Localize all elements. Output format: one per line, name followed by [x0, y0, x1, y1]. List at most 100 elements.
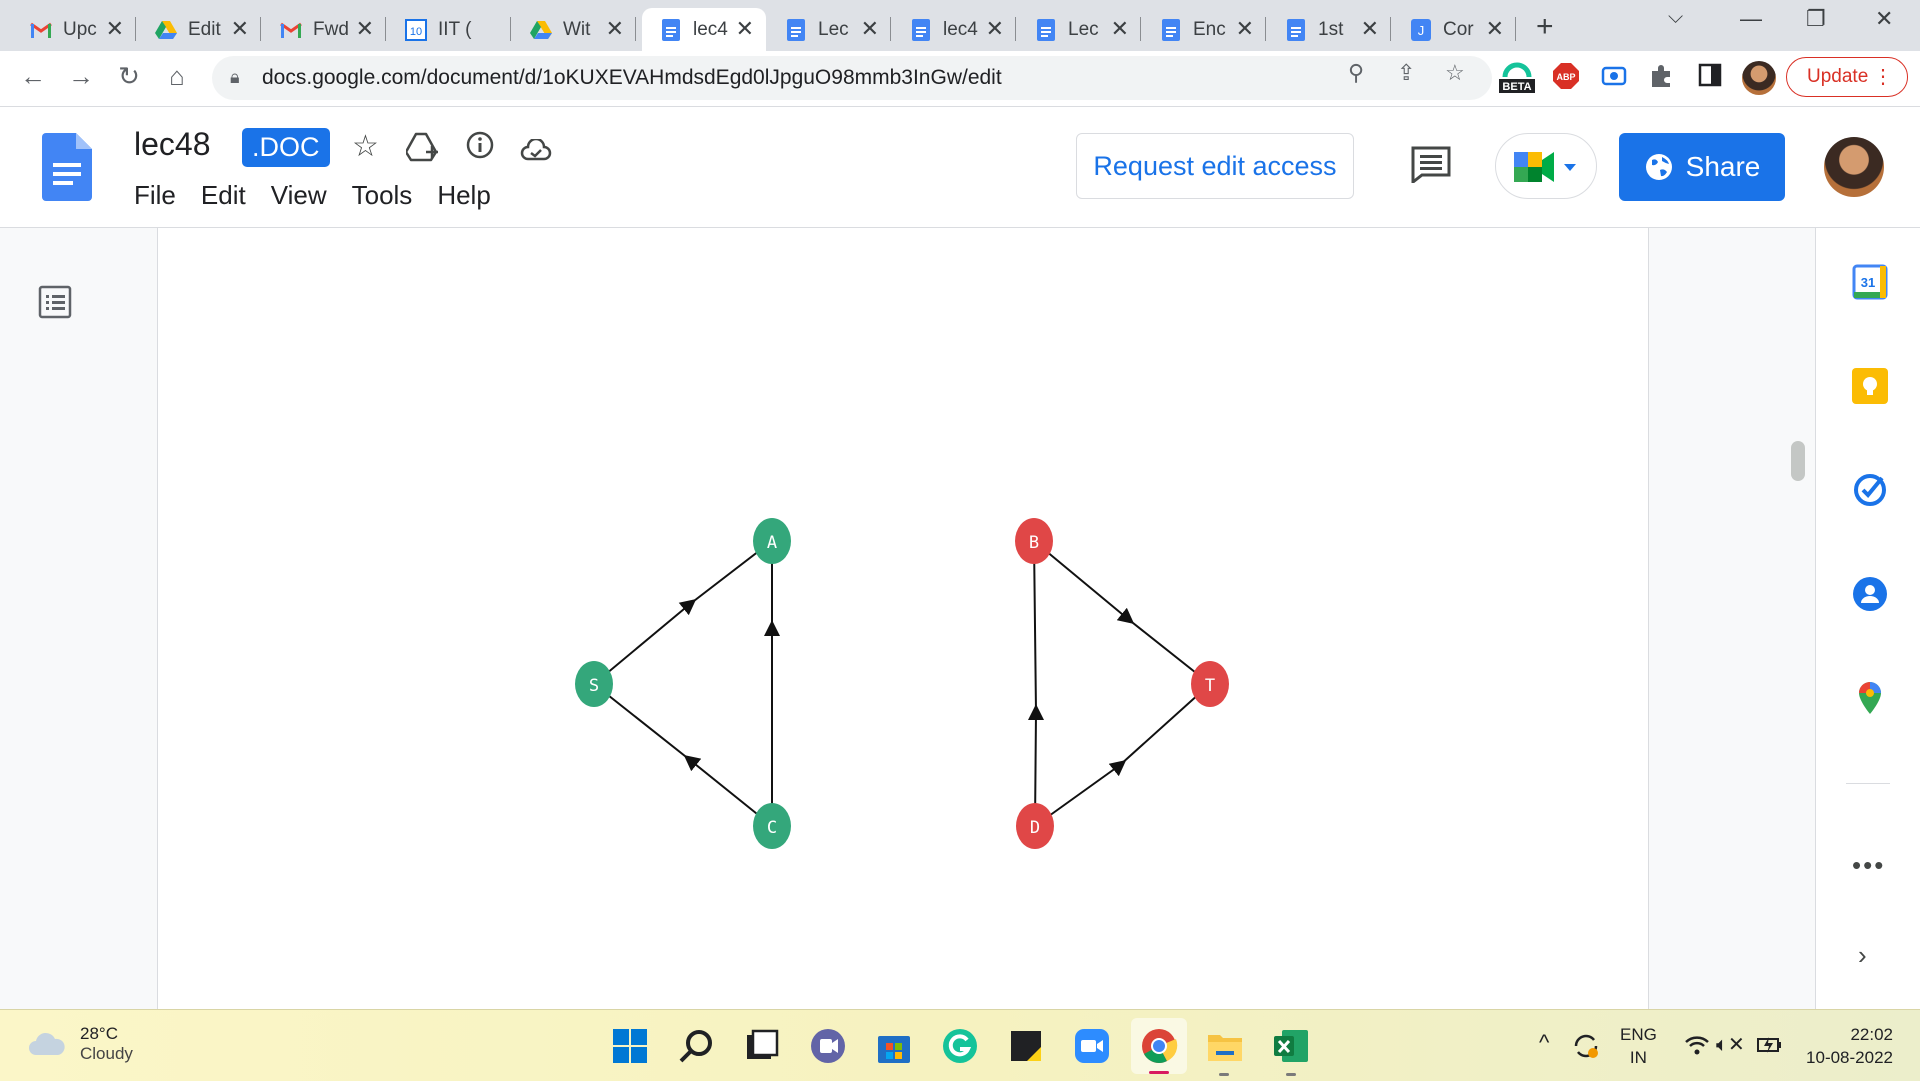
close-icon[interactable]: ✕	[1486, 17, 1504, 41]
task-view-icon[interactable]	[743, 1027, 781, 1065]
side-panel-icon[interactable]	[1698, 63, 1722, 92]
grammarly-icon[interactable]	[941, 1027, 979, 1065]
browser-tab[interactable]: Wit ✕	[512, 8, 636, 51]
reload-icon[interactable]: ↻	[112, 61, 146, 92]
close-icon[interactable]: ✕	[1236, 17, 1254, 41]
grammarly-beta-extension-icon[interactable]: BETA	[1497, 59, 1537, 100]
maps-icon[interactable]	[1852, 680, 1888, 716]
document-outline-icon[interactable]	[38, 285, 72, 319]
microsoft-store-icon[interactable]	[875, 1027, 913, 1065]
back-icon[interactable]: ←	[16, 61, 50, 92]
tab-title: Edit	[188, 18, 221, 40]
chrome-icon[interactable]	[1140, 1027, 1178, 1065]
browser-tab[interactable]: Upc ✕	[12, 8, 136, 51]
close-icon[interactable]: ✕	[356, 17, 374, 41]
browser-tab[interactable]: Edit ✕	[137, 8, 261, 51]
info-icon[interactable]	[466, 131, 494, 167]
window-close-icon[interactable]: ✕	[1875, 6, 1893, 32]
adblock-plus-icon[interactable]: ABP	[1553, 63, 1579, 94]
kebab-menu-icon[interactable]: ⋮	[1873, 64, 1893, 89]
close-icon[interactable]: ✕	[231, 17, 249, 41]
screen-recorder-extension-icon[interactable]	[1601, 63, 1627, 94]
close-icon[interactable]: ✕	[986, 17, 1004, 41]
language-region: IN	[1629, 1048, 1647, 1067]
update-button[interactable]: Update ⋮	[1786, 57, 1908, 97]
calendar-icon[interactable]: 31	[1852, 264, 1888, 300]
browser-tab-active[interactable]: lec4 ✕	[642, 8, 766, 51]
show-hidden-icons-chevron-icon[interactable]: ^	[1539, 1030, 1549, 1056]
browser-tab[interactable]: 10 IIT (	[387, 8, 511, 51]
search-icon[interactable]	[678, 1027, 716, 1065]
menu-tools[interactable]: Tools	[352, 180, 413, 211]
request-edit-access-button[interactable]: Request edit access	[1076, 133, 1354, 199]
tab-title: Lec	[818, 18, 849, 40]
google-docs-logo-icon[interactable]	[42, 133, 92, 201]
file-explorer-icon[interactable]	[1206, 1027, 1244, 1065]
menu-view[interactable]: View	[271, 180, 327, 211]
share-button[interactable]: Share	[1619, 133, 1785, 201]
more-icon[interactable]: •••	[1852, 850, 1885, 881]
clock[interactable]: 22:02 10-08-2022	[1797, 1023, 1893, 1069]
url-text[interactable]: docs.google.com/document/d/1oKUXEVAHmdsd…	[262, 66, 1002, 90]
account-avatar[interactable]	[1824, 137, 1884, 197]
extensions-puzzle-icon[interactable]	[1648, 63, 1674, 94]
browser-tab[interactable]: Fwd ✕	[262, 8, 386, 51]
tasks-icon[interactable]	[1852, 472, 1888, 508]
meet-button[interactable]	[1495, 133, 1597, 199]
sticky-notes-icon[interactable]	[1007, 1027, 1045, 1065]
close-icon[interactable]: ✕	[736, 17, 754, 41]
volume-muted-icon[interactable]: 🔈︎✕	[1716, 1032, 1745, 1057]
share-page-icon[interactable]: ⇪	[1397, 60, 1415, 86]
wifi-icon[interactable]	[1684, 1034, 1710, 1056]
zoom-icon[interactable]: ⚲	[1348, 60, 1364, 86]
address-bar[interactable]: 🔒︎ docs.google.com/document/d/1oKUXEVAHm…	[212, 56, 1492, 100]
profile-avatar[interactable]	[1742, 61, 1776, 95]
weather-widget[interactable]: 28°C Cloudy	[28, 1024, 133, 1064]
windows-start-icon[interactable]	[611, 1027, 649, 1065]
close-icon[interactable]: ✕	[1111, 17, 1129, 41]
document-page[interactable]: A S C B T D	[157, 228, 1649, 1009]
comment-history-icon[interactable]	[1410, 145, 1452, 183]
forward-icon[interactable]: →	[64, 61, 98, 92]
zoom-app-icon[interactable]	[1073, 1027, 1111, 1065]
battery-charging-icon[interactable]	[1756, 1034, 1784, 1056]
browser-tab[interactable]: Lec ✕	[1017, 8, 1141, 51]
menu-help[interactable]: Help	[437, 180, 490, 211]
close-icon[interactable]: ✕	[861, 17, 879, 41]
close-icon[interactable]: ✕	[606, 17, 624, 41]
restore-icon[interactable]: ❐	[1806, 6, 1826, 32]
clock-time: 22:02	[1850, 1025, 1893, 1044]
contacts-icon[interactable]	[1852, 576, 1888, 612]
close-icon[interactable]: ✕	[106, 17, 124, 41]
teams-chat-icon[interactable]	[809, 1027, 847, 1065]
add-to-drive-icon[interactable]	[404, 132, 440, 170]
browser-tab[interactable]: J Cor ✕	[1392, 8, 1516, 51]
menu-edit[interactable]: Edit	[201, 180, 246, 211]
browser-tab[interactable]: Lec ✕	[767, 8, 891, 51]
star-icon[interactable]: ☆	[352, 129, 379, 164]
lock-icon[interactable]: 🔒︎	[230, 67, 240, 88]
document-title[interactable]: lec48	[134, 126, 211, 163]
menu-bar: File Edit View Tools Help	[134, 180, 516, 211]
sync-icon[interactable]	[1572, 1032, 1600, 1060]
new-tab-icon[interactable]: +	[1536, 10, 1554, 44]
close-icon[interactable]: ✕	[1361, 17, 1379, 41]
minimize-icon[interactable]: —	[1740, 6, 1762, 32]
tab-search-icon[interactable]: ⌵	[1668, 6, 1683, 29]
browser-tab[interactable]: lec4 ✕	[892, 8, 1016, 51]
browser-tab[interactable]: Enc ✕	[1142, 8, 1266, 51]
keep-icon[interactable]	[1852, 368, 1888, 404]
browser-tab[interactable]: 1st ✕	[1267, 8, 1391, 51]
expand-icon[interactable]: ›	[1858, 940, 1867, 971]
home-icon[interactable]: ⌂	[160, 61, 194, 92]
menu-file[interactable]: File	[134, 180, 176, 211]
cloud-saved-icon[interactable]	[520, 135, 552, 169]
language-indicator[interactable]: ENG IN	[1620, 1023, 1657, 1069]
tab-title: Wit	[563, 18, 591, 40]
bookmark-star-icon[interactable]: ☆	[1445, 60, 1465, 86]
vertical-scrollbar-thumb[interactable]	[1791, 441, 1805, 481]
running-app-indicator	[1286, 1073, 1296, 1076]
svg-text:ABP: ABP	[1556, 72, 1575, 82]
tab-title: IIT (	[438, 18, 472, 40]
excel-icon[interactable]	[1272, 1027, 1310, 1065]
